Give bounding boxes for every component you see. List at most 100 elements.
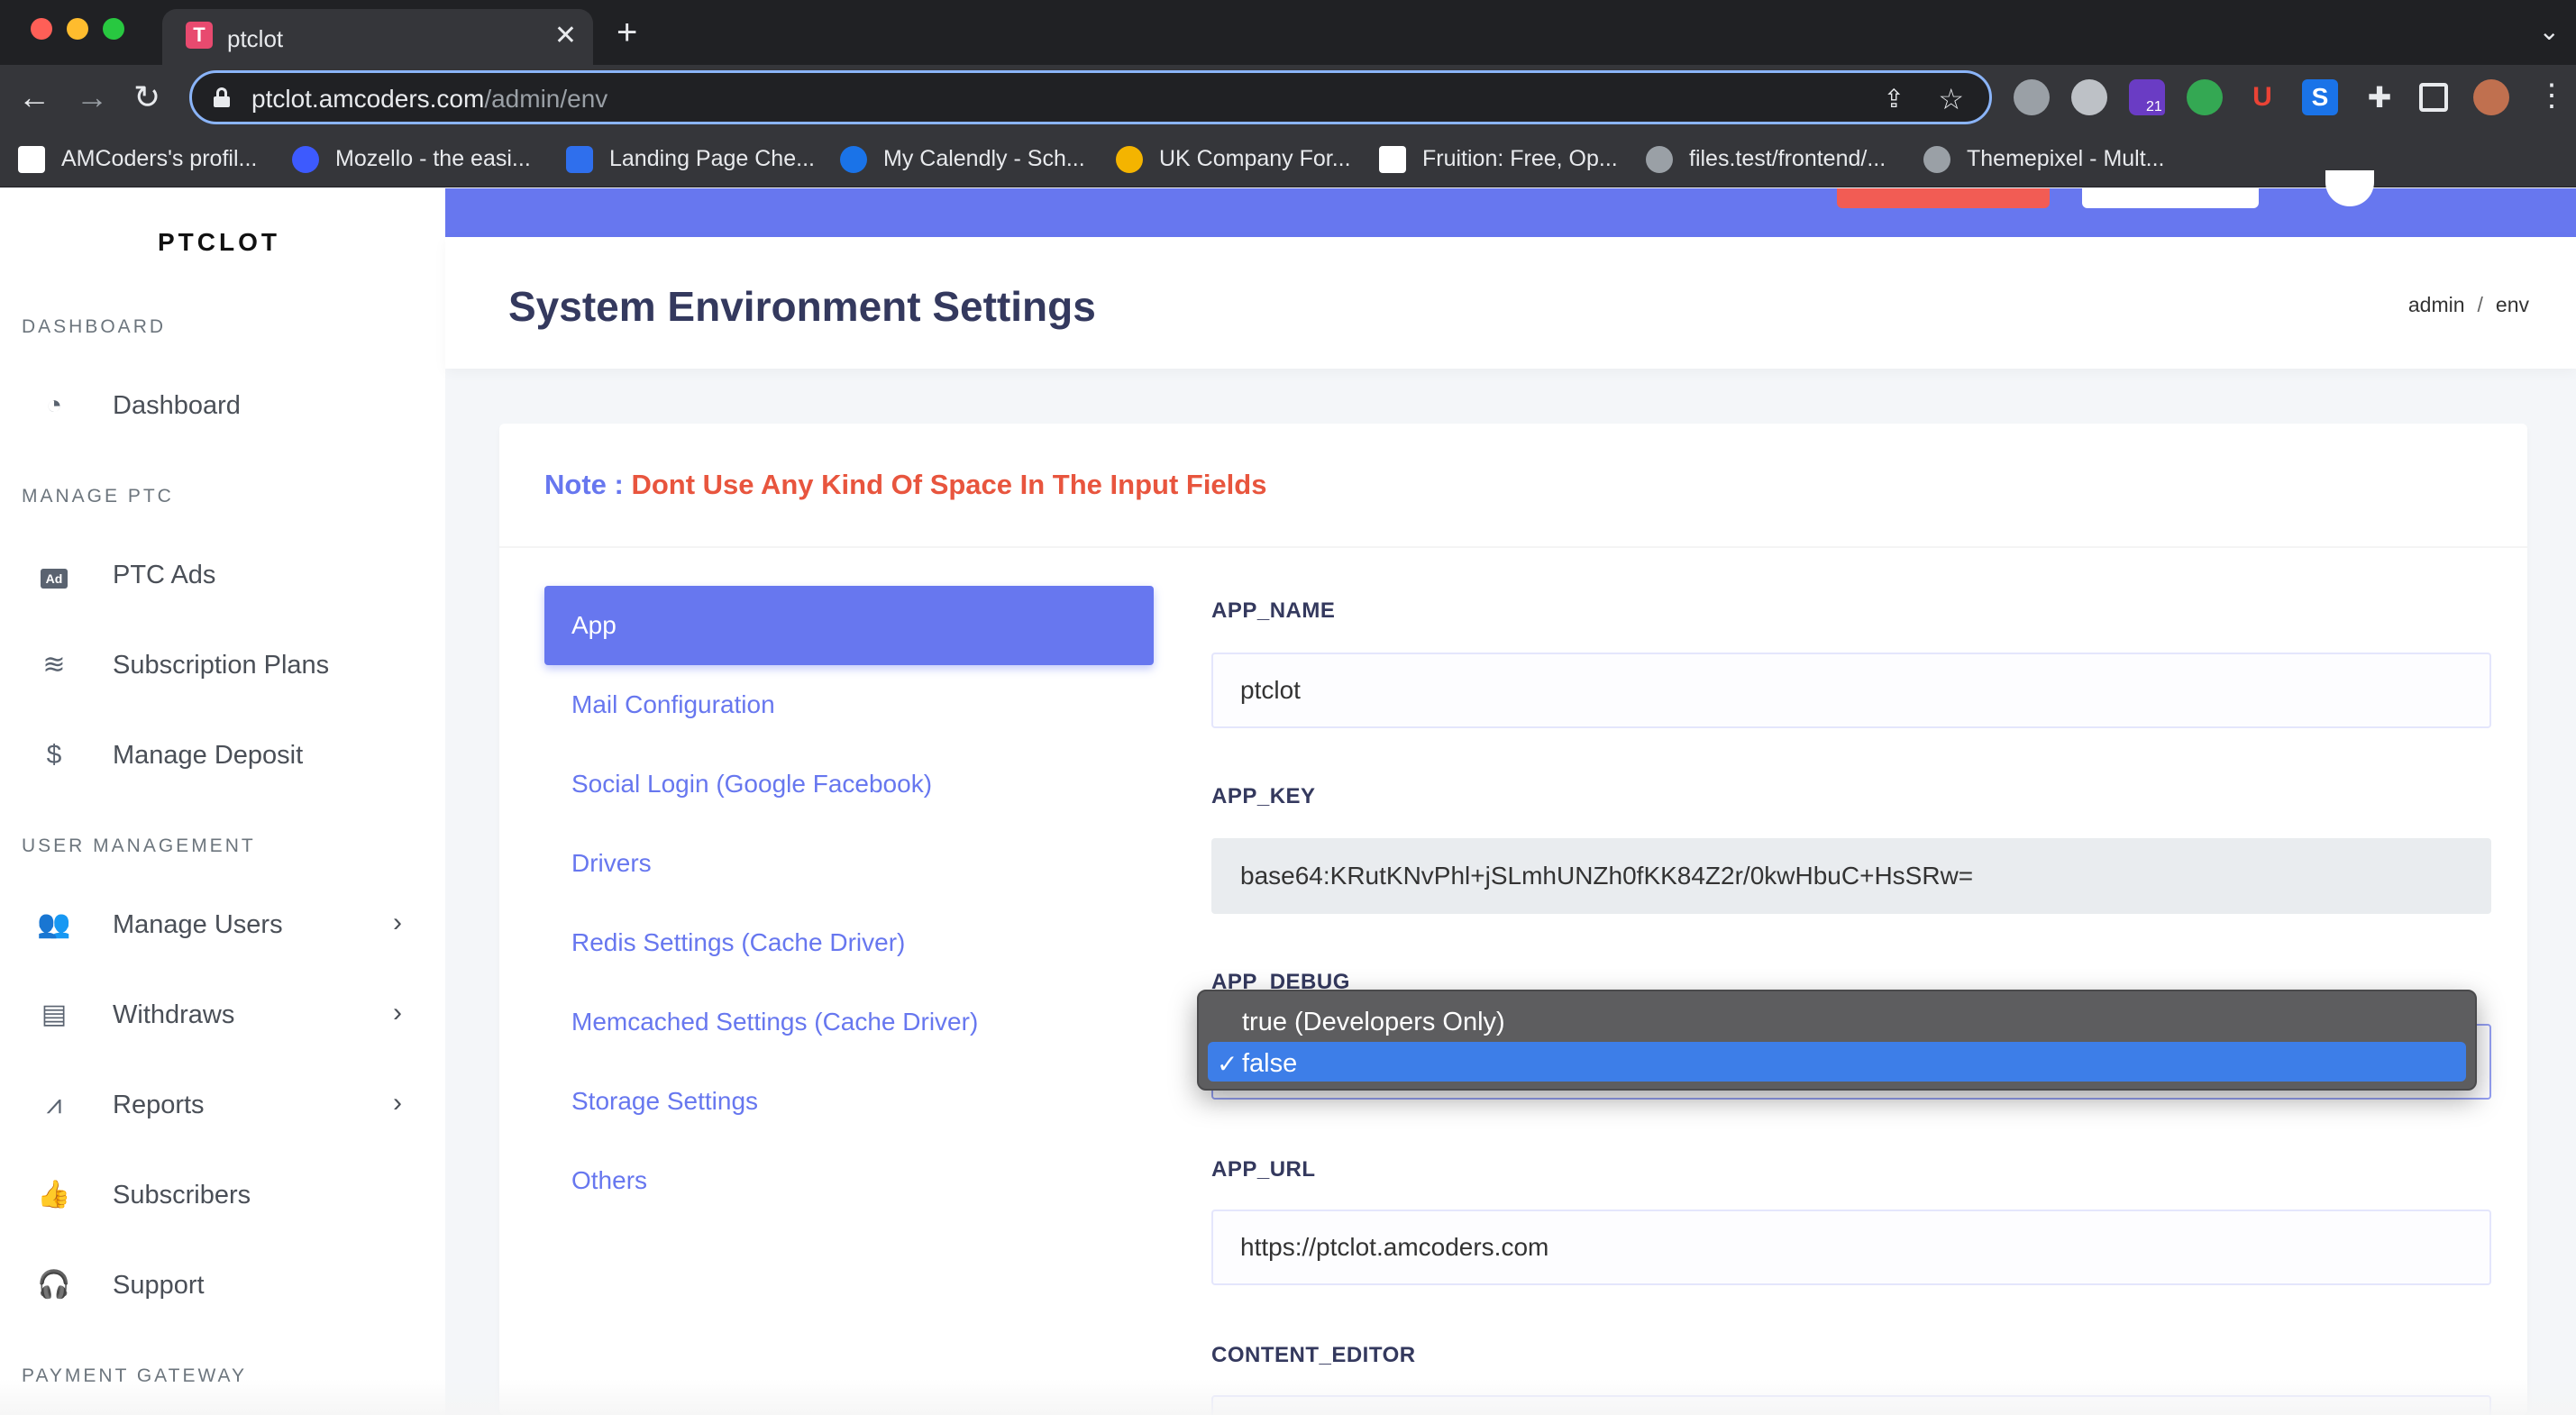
- sidebar-item-subscription-plans[interactable]: ≋ Subscription Plans: [0, 634, 445, 697]
- breadcrumb-separator: /: [2477, 293, 2483, 316]
- tab-search-chevron-icon[interactable]: ⌄: [2539, 16, 2560, 46]
- sidebar-brand[interactable]: PTCLOT: [0, 228, 438, 257]
- sidebar-item-label: Reports: [113, 1091, 205, 1119]
- chevron-right-icon: ›: [393, 1088, 402, 1118]
- app-url-input[interactable]: [1211, 1210, 2491, 1285]
- sidebar-item-manage-deposit[interactable]: $ Manage Deposit: [0, 724, 445, 787]
- forward-arrow-icon[interactable]: →: [76, 79, 108, 115]
- window-close-button[interactable]: [31, 18, 52, 40]
- window-minimize-button[interactable]: [67, 18, 88, 40]
- app-key-input[interactable]: [1211, 838, 2491, 914]
- extension-globe-icon[interactable]: [2187, 79, 2223, 115]
- bookmark-favicon-icon: [1646, 146, 1673, 173]
- tab-title: ptclot: [227, 25, 284, 52]
- browser-toolbar: ← → ↻ ptclot.amcoders.com/admin/env ⇪ ☆ …: [0, 65, 2576, 130]
- checkmark-icon: ✓: [1217, 1050, 1238, 1078]
- dollar-icon: $: [46, 740, 62, 770]
- sidebar: PTCLOT DASHBOARD ◔ Dashboard MANAGE PTC …: [0, 188, 445, 1415]
- breadcrumb-item-admin[interactable]: admin: [2408, 293, 2465, 316]
- bookmark-favicon-icon: [292, 146, 319, 173]
- sidebar-item-reports[interactable]: ⩘ Reports ›: [0, 1073, 445, 1137]
- extension-ghost-icon[interactable]: [2014, 79, 2050, 115]
- side-panel-icon[interactable]: [2419, 83, 2448, 112]
- sidebar-item-label: Withdraws: [113, 1000, 235, 1029]
- sidebar-item-label: Manage Deposit: [113, 741, 304, 770]
- browser-menu-icon[interactable]: ⋮: [2536, 78, 2567, 114]
- breadcrumb: admin / env: [2408, 293, 2529, 317]
- bookmark-favicon-icon: [840, 146, 867, 173]
- chevron-right-icon: ›: [393, 998, 402, 1027]
- share-icon[interactable]: ⇪: [1884, 84, 1905, 114]
- bookmark-favicon-icon: [1923, 146, 1950, 173]
- content-editor-label: CONTENT_EDITOR: [1211, 1343, 1416, 1367]
- sidebar-item-manage-users[interactable]: 👥 Manage Users ›: [0, 893, 445, 956]
- note-banner: Note : Dont Use Any Kind Of Space In The…: [544, 469, 1266, 501]
- tab-memcached-settings[interactable]: Memcached Settings (Cache Driver): [544, 982, 1154, 1062]
- bookmark-favicon-icon: [1116, 146, 1143, 173]
- sidebar-item-ptc-ads[interactable]: Ad PTC Ads: [0, 543, 445, 607]
- app-name-label: APP_NAME: [1211, 598, 1336, 623]
- extension-s-blue-icon[interactable]: S: [2302, 79, 2338, 115]
- card-divider: [499, 546, 2527, 548]
- extensions-puzzle-icon[interactable]: ✚: [2361, 79, 2398, 115]
- navbar-red-button[interactable]: [1837, 188, 2050, 208]
- new-tab-icon[interactable]: +: [617, 13, 637, 52]
- sidebar-item-dashboard[interactable]: ◔ Dashboard: [0, 374, 445, 437]
- tab-mail-configuration[interactable]: Mail Configuration: [544, 665, 1154, 744]
- invoice-icon: ▤: [41, 1000, 68, 1029]
- tab-storage-settings[interactable]: Storage Settings: [544, 1062, 1154, 1141]
- tab-close-icon[interactable]: ✕: [554, 20, 577, 52]
- tab-others[interactable]: Others: [544, 1141, 1154, 1220]
- dropdown-option-true[interactable]: true (Developers Only): [1208, 1000, 2466, 1040]
- chart-line-icon: ⩘: [46, 1090, 62, 1119]
- tab-drivers[interactable]: Drivers: [544, 824, 1154, 903]
- url-text[interactable]: ptclot.amcoders.com/admin/env: [251, 85, 607, 114]
- page-title: System Environment Settings: [508, 283, 1096, 330]
- thumbs-up-icon: 👍: [37, 1180, 71, 1210]
- lock-icon[interactable]: [214, 87, 230, 107]
- extension-u-icon[interactable]: U: [2244, 79, 2280, 115]
- sidebar-item-subscribers[interactable]: 👍 Subscribers: [0, 1164, 445, 1227]
- browser-tab-bar: T ptclot ✕ + ⌄: [0, 0, 2576, 65]
- reload-icon[interactable]: ↻: [133, 79, 160, 115]
- extension-s-icon[interactable]: [2071, 79, 2107, 115]
- breadcrumb-item-env: env: [2495, 293, 2529, 316]
- sidebar-item-withdraws[interactable]: ▤ Withdraws ›: [0, 983, 445, 1046]
- section-header: System Environment Settings admin / env: [445, 237, 2576, 369]
- top-navbar: [445, 170, 2576, 237]
- tab-app[interactable]: App: [544, 586, 1154, 665]
- tab-social-login[interactable]: Social Login (Google Facebook): [544, 744, 1154, 824]
- section-user-management: USER MANAGEMENT: [22, 835, 256, 856]
- extension-badge: 21: [2143, 99, 2165, 115]
- address-bar[interactable]: ptclot.amcoders.com/admin/env ⇪ ☆: [189, 70, 1992, 124]
- browser-tab[interactable]: T ptclot ✕: [162, 9, 593, 65]
- sidebar-item-label: Dashboard: [113, 391, 241, 420]
- settings-card: Note : Dont Use Any Kind Of Space In The…: [499, 424, 2527, 1415]
- back-arrow-icon[interactable]: ←: [18, 79, 50, 115]
- bookmark-favicon-icon: [1379, 146, 1406, 173]
- sidebar-item-label: Subscription Plans: [113, 651, 330, 680]
- bookmark-favicon-icon: [18, 146, 45, 173]
- bookmark-favicon-icon: [566, 146, 593, 173]
- dropdown-option-false[interactable]: ✓ false: [1208, 1042, 2466, 1082]
- tab-favicon: T: [186, 22, 213, 49]
- sidebar-item-label: Manage Users: [113, 910, 283, 939]
- section-dashboard: DASHBOARD: [22, 316, 167, 337]
- sidebar-item-label: PTC Ads: [113, 561, 216, 589]
- section-manage-ptc: MANAGE PTC: [22, 486, 174, 507]
- bookmark-star-icon[interactable]: ☆: [1938, 82, 1964, 116]
- window-zoom-button[interactable]: [103, 18, 124, 40]
- app-debug-dropdown-menu: true (Developers Only) ✓ false: [1197, 990, 2477, 1091]
- app-name-input[interactable]: [1211, 653, 2491, 728]
- app-url-label: APP_URL: [1211, 1157, 1316, 1182]
- sidebar-item-label: Subscribers: [113, 1181, 251, 1210]
- profile-avatar[interactable]: [2473, 79, 2509, 115]
- app-key-label: APP_KEY: [1211, 784, 1316, 808]
- chevron-right-icon: ›: [393, 908, 402, 937]
- navbar-avatar[interactable]: [2325, 170, 2374, 206]
- sidebar-item-support[interactable]: 🎧 Support: [0, 1254, 445, 1317]
- note-text: Dont Use Any Kind Of Space In The Input …: [631, 469, 1267, 500]
- navbar-white-button[interactable]: [2082, 188, 2259, 208]
- tab-redis-settings[interactable]: Redis Settings (Cache Driver): [544, 903, 1154, 982]
- layers-icon: ≋: [42, 650, 66, 680]
